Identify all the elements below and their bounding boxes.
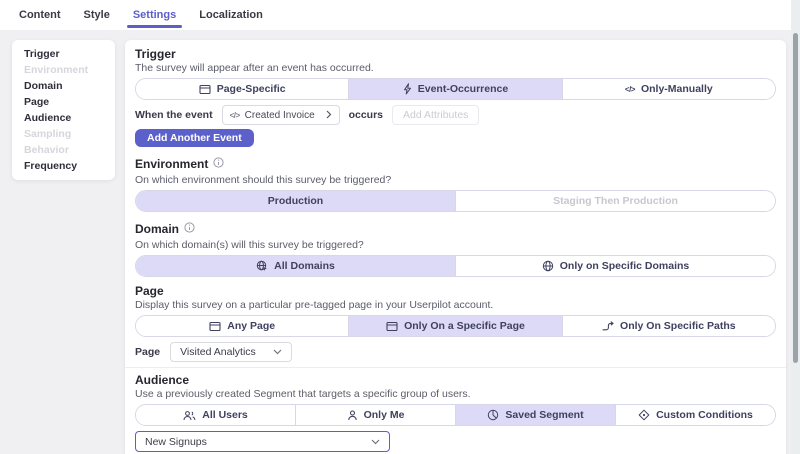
sidebar-item-frequency[interactable]: Frequency [24, 158, 115, 174]
diamond-icon [638, 409, 650, 421]
trigger-option-group: Page-Specific Event-Occurrence </> Only-… [135, 78, 776, 100]
page-select-label: Page [135, 346, 160, 358]
browser-icon [199, 84, 211, 95]
page-select-row: Page Visited Analytics [135, 342, 776, 362]
lightning-icon [403, 83, 412, 95]
option-only-me[interactable]: Only Me [296, 405, 456, 425]
add-attributes-button[interactable]: Add Attributes [392, 105, 479, 125]
option-label: Only Me [364, 409, 405, 421]
section-trigger: Trigger The survey will appear after an … [135, 48, 776, 147]
when-the-event-label: When the event [135, 109, 213, 121]
option-label: Only On a Specific Page [404, 320, 525, 332]
occurs-label: occurs [349, 109, 383, 121]
option-label: Only On Specific Paths [620, 320, 736, 332]
path-icon [602, 321, 614, 332]
page-option-group: Any Page Only On a Specific Page Only On… [135, 315, 776, 337]
option-custom-conditions[interactable]: Custom Conditions [616, 405, 775, 425]
settings-sidebar: Trigger Environment Domain Page Audience… [12, 40, 115, 180]
option-label: Event-Occurrence [418, 83, 508, 95]
settings-panel: Trigger The survey will appear after an … [125, 40, 786, 454]
caret-down-icon [371, 436, 380, 448]
globe-pointer-icon [256, 260, 268, 272]
option-only-manually[interactable]: </> Only-Manually [563, 79, 775, 99]
option-label: Only on Specific Domains [560, 260, 690, 272]
section-page: Page Display this survey on a particular… [135, 285, 776, 362]
option-label: Custom Conditions [656, 409, 753, 421]
segment-select[interactable]: New Signups [135, 431, 390, 452]
tab-localization[interactable]: Localization [199, 0, 263, 30]
audience-option-group: All Users Only Me Saved Segment Custom C… [135, 404, 776, 426]
event-select-value: Created Invoice [245, 110, 321, 121]
trigger-description: The survey will appear after an event ha… [135, 62, 776, 74]
caret-right-icon [326, 106, 332, 124]
option-only-specific-domains[interactable]: Only on Specific Domains [456, 256, 775, 276]
tab-style[interactable]: Style [84, 0, 110, 30]
add-another-event-button[interactable]: Add Another Event [135, 129, 254, 147]
environment-option-group: Production Staging Then Production [135, 190, 776, 212]
section-audience: Audience Use a previously created Segmen… [135, 374, 776, 452]
globe-icon [542, 260, 554, 272]
audience-title: Audience [135, 374, 776, 387]
event-condition-row: When the event </> Created Invoice occur… [135, 105, 776, 125]
scrollbar-thumb[interactable] [793, 33, 798, 363]
top-tab-bar: Content Style Settings Localization [0, 0, 800, 30]
option-label: All Users [202, 409, 248, 421]
sidebar-item-audience[interactable]: Audience [24, 110, 115, 126]
users-icon [183, 410, 196, 421]
segment-select-value: New Signups [145, 436, 207, 448]
environment-title: Environment [135, 158, 208, 171]
option-all-users[interactable]: All Users [136, 405, 296, 425]
domain-title: Domain [135, 223, 179, 236]
event-select[interactable]: </> Created Invoice [222, 105, 340, 125]
option-event-occurrence[interactable]: Event-Occurrence [349, 79, 562, 99]
section-domain: Domain On which domain(s) will this surv… [135, 220, 776, 277]
option-label: All Domains [274, 260, 335, 272]
option-production[interactable]: Production [136, 191, 456, 211]
option-label: Saved Segment [505, 409, 583, 421]
pie-chart-icon [487, 409, 499, 421]
tab-content[interactable]: Content [19, 0, 61, 30]
option-label: Only-Manually [641, 83, 713, 95]
environment-description: On which environment should this survey … [135, 174, 776, 186]
domain-option-group: All Domains Only on Specific Domains [135, 255, 776, 277]
option-any-page[interactable]: Any Page [136, 316, 349, 336]
section-divider [125, 367, 786, 368]
option-label: Any Page [227, 320, 275, 332]
page-select-value: Visited Analytics [180, 346, 256, 358]
sidebar-item-sampling[interactable]: Sampling [24, 126, 115, 142]
option-only-specific-paths[interactable]: Only On Specific Paths [563, 316, 775, 336]
domain-description: On which domain(s) will this survey be t… [135, 239, 776, 251]
trigger-title: Trigger [135, 48, 776, 61]
audience-description: Use a previously created Segment that ta… [135, 388, 776, 400]
caret-down-icon [273, 346, 282, 358]
option-saved-segment[interactable]: Saved Segment [456, 405, 616, 425]
tab-settings[interactable]: Settings [133, 0, 176, 30]
sidebar-item-page[interactable]: Page [24, 94, 115, 110]
user-icon [347, 410, 358, 421]
code-icon: </> [230, 111, 240, 120]
section-environment: Environment On which environment should … [135, 155, 776, 212]
option-staging-then-production[interactable]: Staging Then Production [456, 191, 775, 211]
scrollbar-track [791, 0, 800, 454]
sidebar-item-behavior[interactable]: Behavior [24, 142, 115, 158]
info-icon[interactable] [213, 155, 224, 173]
info-icon[interactable] [184, 220, 195, 238]
browser-icon [386, 321, 398, 332]
sidebar-item-domain[interactable]: Domain [24, 78, 115, 94]
browser-icon [209, 321, 221, 332]
option-page-specific[interactable]: Page-Specific [136, 79, 349, 99]
option-label: Staging Then Production [553, 195, 678, 207]
page-select[interactable]: Visited Analytics [170, 342, 292, 362]
option-label: Page-Specific [217, 83, 286, 95]
sidebar-item-environment[interactable]: Environment [24, 62, 115, 78]
page-title: Page [135, 285, 776, 298]
code-icon: </> [625, 85, 635, 94]
option-only-specific-page[interactable]: Only On a Specific Page [349, 316, 562, 336]
option-all-domains[interactable]: All Domains [136, 256, 456, 276]
page-description: Display this survey on a particular pre-… [135, 299, 776, 311]
sidebar-item-trigger[interactable]: Trigger [24, 46, 115, 62]
option-label: Production [268, 195, 323, 207]
